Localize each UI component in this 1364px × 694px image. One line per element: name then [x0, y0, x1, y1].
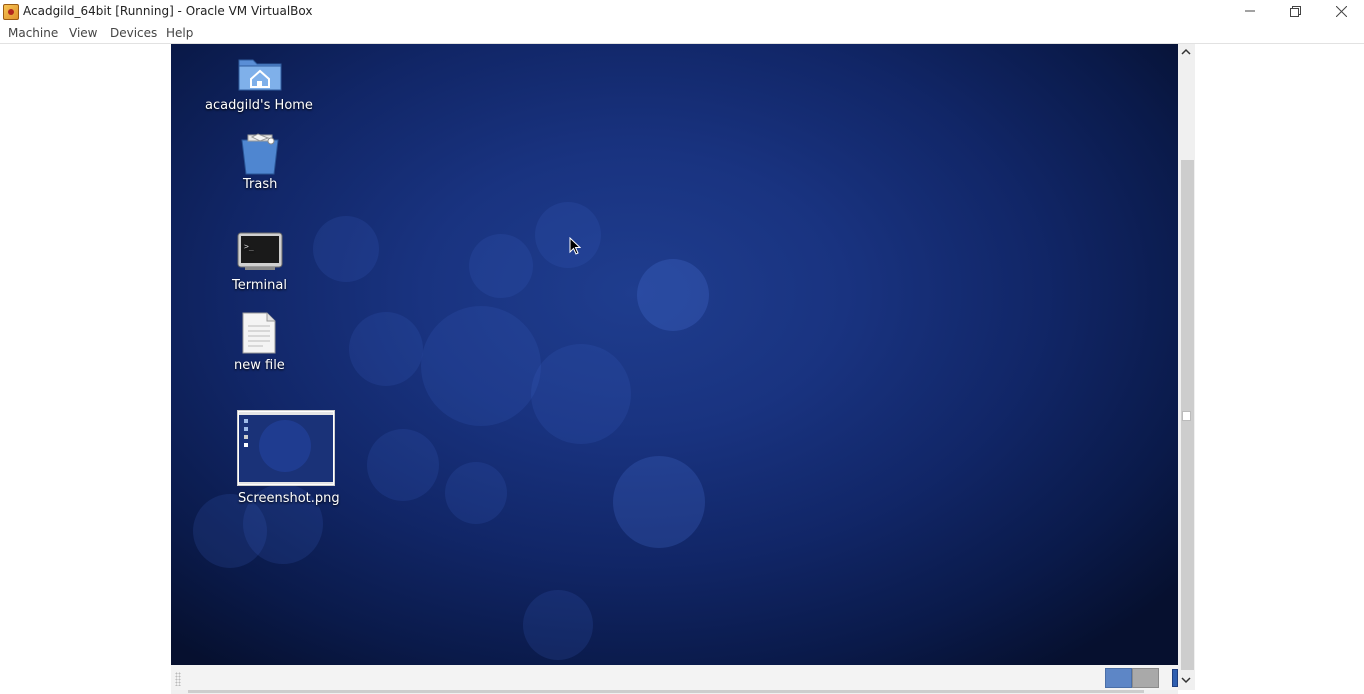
close-icon [1335, 5, 1347, 17]
wallpaper-bokeh [531, 344, 631, 444]
minimize-button[interactable] [1227, 0, 1273, 22]
resize-grip-icon[interactable] [175, 672, 181, 686]
wallpaper-bokeh [535, 202, 601, 268]
home-folder-icon [238, 59, 282, 91]
wallpaper-bokeh [421, 306, 541, 426]
image-thumbnail-icon [237, 410, 335, 486]
wallpaper-bokeh [367, 429, 439, 501]
trash-icon [241, 133, 279, 175]
desktop-icon-home[interactable]: acadgild's Home [200, 52, 320, 116]
desktop-icon-trash[interactable]: Trash [200, 130, 320, 194]
desktop-icon-screenshot[interactable]: Screenshot.png [230, 410, 350, 510]
scroll-down-icon[interactable] [1180, 674, 1192, 686]
wallpaper-bokeh [637, 259, 709, 331]
wallpaper-bokeh [469, 234, 533, 298]
text-file-icon [242, 312, 276, 354]
guest-desktop[interactable] [171, 44, 1178, 665]
wallpaper-bokeh [313, 216, 379, 282]
restore-icon [1289, 5, 1301, 17]
title-bar: Acadgild_64bit [Running] - Oracle VM Vir… [0, 0, 1364, 22]
minimize-icon [1245, 10, 1255, 12]
mouse-cursor-icon [569, 237, 581, 255]
wallpaper-bokeh [349, 312, 423, 386]
desktop-icon-label: Trash [243, 177, 278, 192]
desktop-icon-terminal[interactable]: >_ Terminal [200, 232, 320, 296]
desktop-icon-new-file[interactable]: new file [200, 312, 320, 376]
host-key-indicator-icon[interactable] [1172, 669, 1178, 687]
menu-view[interactable]: View [69, 26, 97, 40]
desktop-icon-label: Screenshot.png [238, 491, 340, 506]
status-bar [171, 665, 1178, 690]
restore-button[interactable] [1272, 0, 1318, 22]
desktop-icon-label: Terminal [232, 278, 287, 293]
status-indicator-gray[interactable] [1132, 668, 1159, 688]
menu-bar: Machine View Devices Help [0, 22, 1364, 44]
svg-text:>_: >_ [244, 242, 254, 251]
status-indicator-blue[interactable] [1105, 668, 1132, 688]
scrollbar-grip[interactable] [1182, 411, 1191, 421]
window-title: Acadgild_64bit [Running] - Oracle VM Vir… [23, 4, 313, 18]
wallpaper-bokeh [445, 462, 507, 524]
horizontal-scrollbar-thumb[interactable] [188, 690, 1144, 693]
scroll-up-icon[interactable] [1180, 46, 1192, 58]
desktop-icon-label: acadgild's Home [205, 98, 313, 113]
menu-help[interactable]: Help [166, 26, 193, 40]
terminal-icon: >_ [237, 232, 283, 270]
virtualbox-icon [3, 4, 19, 20]
menu-machine[interactable]: Machine [8, 26, 58, 40]
menu-devices[interactable]: Devices [110, 26, 157, 40]
wallpaper-bokeh [613, 456, 705, 548]
desktop-icon-label: new file [234, 358, 285, 373]
close-button[interactable] [1318, 0, 1364, 22]
wallpaper-bokeh [523, 590, 593, 660]
